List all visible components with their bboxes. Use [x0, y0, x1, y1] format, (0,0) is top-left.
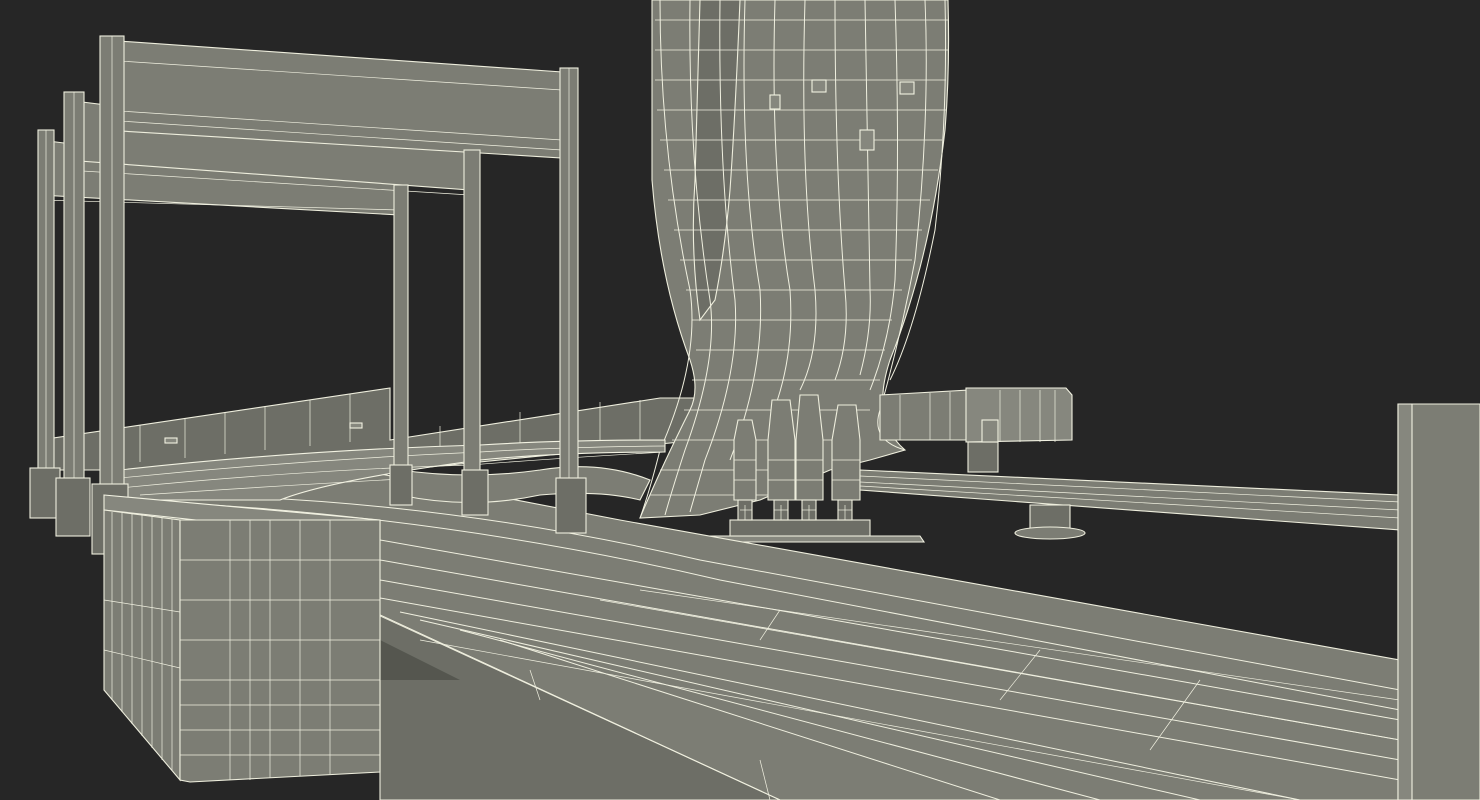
side-block — [103, 494, 381, 783]
wireframe-render — [29, 0, 1480, 800]
right-panel — [1397, 403, 1480, 800]
right-branch-track — [859, 387, 1401, 540]
wireframe-viewport — [0, 0, 1480, 800]
